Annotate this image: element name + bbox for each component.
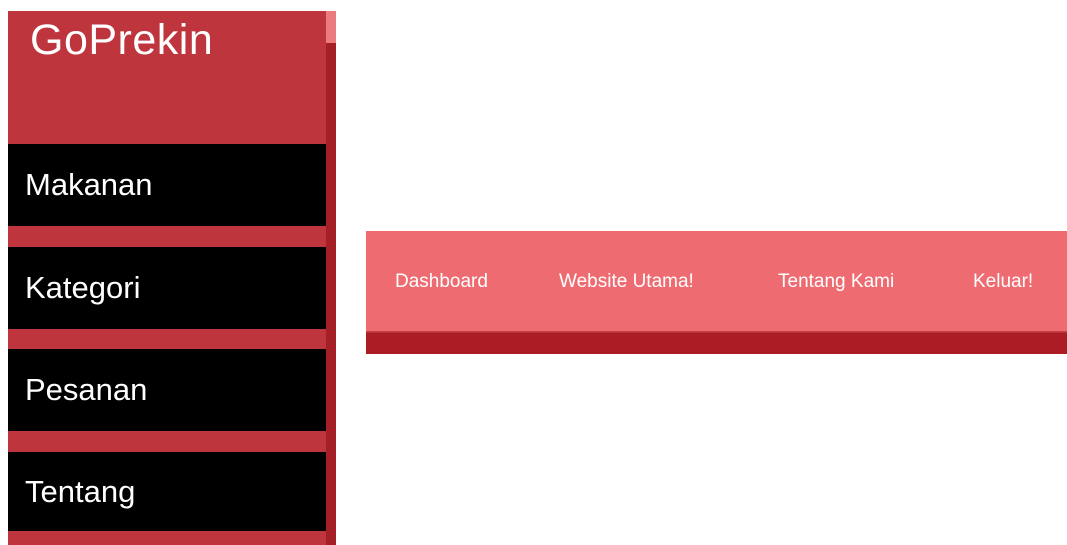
sidebar-item-label: Tentang	[25, 473, 136, 509]
page: GoPrekin Makanan Kategori Pesanan Tentan…	[0, 0, 1067, 545]
nav-link-website-utama[interactable]: Website Utama!	[559, 231, 694, 333]
sidebar-item-makanan[interactable]: Makanan	[8, 144, 326, 226]
nav-link-tentang-kami[interactable]: Tentang Kami	[778, 231, 894, 333]
sidebar-item-label: Makanan	[25, 167, 153, 202]
brand-title[interactable]: GoPrekin	[30, 19, 213, 62]
sidebar-item-tentang[interactable]: Tentang	[8, 452, 326, 531]
sidebar-item-label: Pesanan	[25, 372, 148, 407]
navbar-bottom-bar	[366, 333, 1067, 354]
sidebar-scrollbar[interactable]	[326, 11, 336, 545]
nav-link-keluar[interactable]: Keluar!	[973, 231, 1033, 333]
top-navbar: Dashboard Website Utama! Tentang Kami Ke…	[366, 231, 1067, 333]
sidebar-item-kategori[interactable]: Kategori	[8, 247, 326, 329]
sidebar: GoPrekin Makanan Kategori Pesanan Tentan…	[8, 11, 336, 545]
nav-link-dashboard[interactable]: Dashboard	[395, 231, 488, 333]
sidebar-item-label: Kategori	[25, 270, 141, 305]
sidebar-scrollbar-thumb[interactable]	[326, 11, 336, 43]
sidebar-item-pesanan[interactable]: Pesanan	[8, 349, 326, 431]
